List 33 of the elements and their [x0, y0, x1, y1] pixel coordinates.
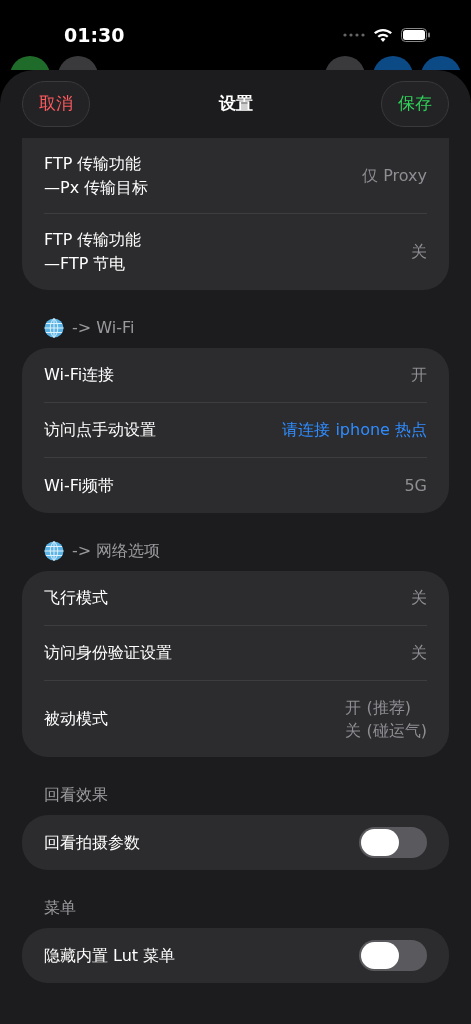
sheet-title: 设置: [218, 92, 253, 116]
save-button[interactable]: 保存: [381, 81, 449, 127]
battery-icon: [401, 28, 431, 42]
row-value[interactable]: 开: [411, 363, 427, 387]
row-label: 隐藏内置 Lut 菜单: [44, 944, 176, 967]
row-value[interactable]: 仅 Proxy: [362, 163, 427, 188]
section-header: 回看效果: [44, 784, 108, 806]
row-value[interactable]: 关: [411, 641, 427, 665]
section-header: -> 网络选项: [72, 540, 161, 562]
row-label: 访问点手动设置: [44, 419, 156, 441]
row-label: 访问身份验证设置: [44, 642, 172, 664]
link[interactable]: 请连接 iphone 热点: [282, 418, 427, 442]
globe-icon: [44, 541, 64, 561]
row-label: Wi-Fi频带: [44, 474, 115, 497]
section-header: 菜单: [44, 897, 76, 919]
signal-icon: [343, 33, 365, 37]
clock: 01:30: [64, 22, 125, 48]
cancel-button[interactable]: 取消: [22, 81, 90, 127]
globe-icon: [44, 318, 64, 338]
row-label: Wi-Fi连接: [44, 364, 115, 386]
row-value[interactable]: 开 (推荐) 关 (碰运气): [345, 695, 427, 743]
row-value[interactable]: 关: [411, 240, 427, 264]
row-label: 被动模式: [44, 708, 108, 730]
toggle-switch[interactable]: [359, 827, 427, 858]
row-label: FTP 传输功能 —FTP 节电: [44, 229, 142, 275]
row-label: 飞行模式: [44, 587, 108, 609]
wifi-icon: [373, 27, 393, 43]
row-label: 回看拍摄参数: [44, 831, 140, 854]
row-value[interactable]: 5G: [404, 473, 427, 498]
row-value[interactable]: 关: [411, 586, 427, 610]
toggle-switch[interactable]: [359, 940, 427, 971]
row-label: FTP 传输功能 —Px 传输目标: [44, 152, 149, 199]
section-header: -> Wi-Fi: [72, 317, 135, 339]
